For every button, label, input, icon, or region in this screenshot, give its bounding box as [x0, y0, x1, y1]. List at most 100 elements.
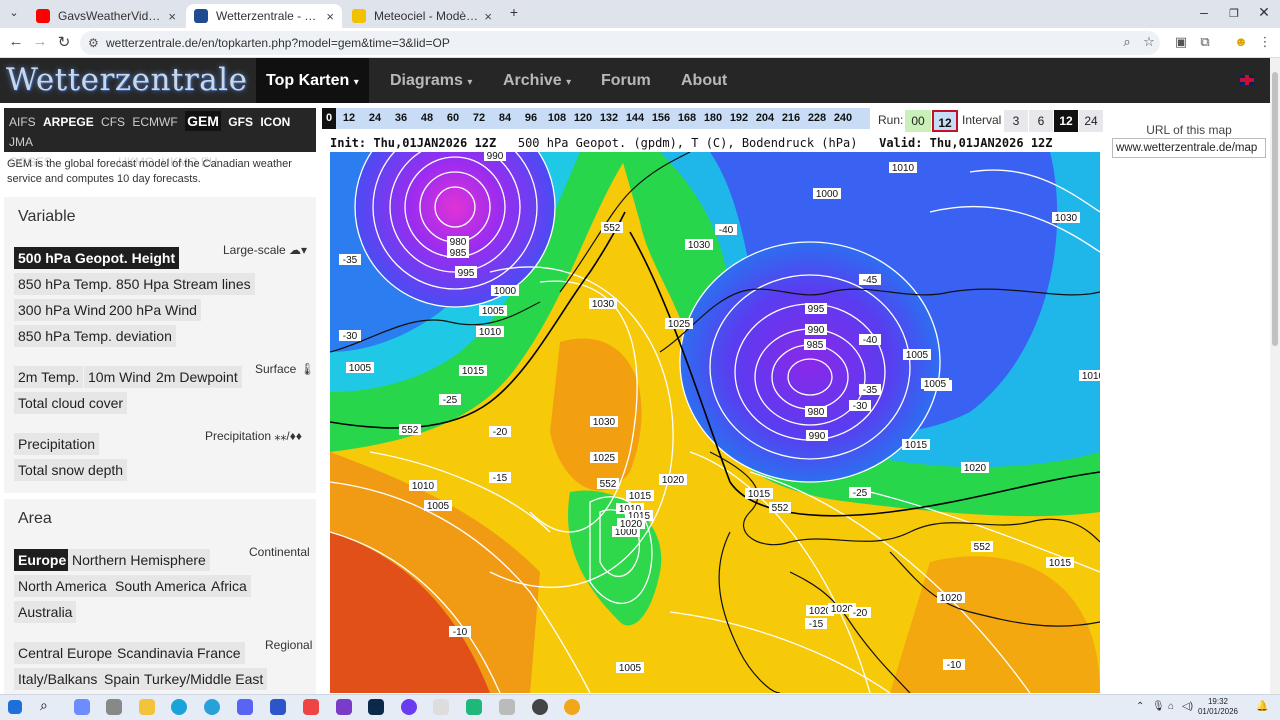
interval-6-button[interactable]: 6	[1029, 110, 1053, 132]
back-icon[interactable]: ←	[6, 33, 26, 50]
timestep-180[interactable]: 180	[700, 108, 726, 129]
tray-chevron-icon[interactable]: ⌃	[1136, 701, 1144, 712]
run-00-button[interactable]: 00	[905, 110, 931, 132]
timestep-132[interactable]: 132	[596, 108, 622, 129]
timestep-108[interactable]: 108	[544, 108, 570, 129]
area-central-europe[interactable]: Central Europe	[14, 642, 117, 664]
app-icon[interactable]	[336, 699, 352, 715]
notification-icon[interactable]: 🔔	[1256, 701, 1268, 712]
app-icon[interactable]	[401, 699, 417, 715]
nav-archive[interactable]: Archive ▾	[493, 58, 581, 103]
timestep-228[interactable]: 228	[804, 108, 830, 129]
forward-icon[interactable]: →	[30, 33, 50, 50]
site-info-icon[interactable]: ⚙	[88, 31, 99, 55]
timestep-48[interactable]: 48	[414, 108, 440, 129]
volume-icon[interactable]: ◁)	[1182, 701, 1193, 712]
model-icon[interactable]: ICON	[260, 112, 290, 132]
area-scandinavia[interactable]: Scandinavia	[113, 642, 198, 664]
extension-icon[interactable]: ▣	[1172, 34, 1190, 50]
site-logo[interactable]: Wetterzentrale	[6, 62, 252, 98]
area-turkey-middle-east[interactable]: Turkey/Middle East	[140, 668, 268, 690]
close-icon[interactable]: ×	[484, 9, 492, 24]
timestep-96[interactable]: 96	[518, 108, 544, 129]
nav-about[interactable]: About	[671, 58, 737, 103]
interval-24-button[interactable]: 24	[1079, 110, 1103, 132]
close-icon[interactable]: ×	[326, 9, 334, 24]
var-2m-temp[interactable]: 2m Temp.	[14, 366, 84, 388]
var-precipitation[interactable]: Precipitation	[14, 433, 100, 455]
app-icon[interactable]	[466, 699, 482, 715]
area-africa[interactable]: Africa	[207, 575, 251, 597]
interval-12-button[interactable]: 12	[1054, 110, 1078, 132]
close-window-icon[interactable]: ✕	[1246, 4, 1280, 21]
tab-youtube[interactable]: GavsWeatherVids - YouTube ×	[28, 4, 184, 28]
timestep-120[interactable]: 120	[570, 108, 596, 129]
interval-3-button[interactable]: 3	[1004, 110, 1028, 132]
discord-icon[interactable]	[237, 699, 253, 715]
profile-icon[interactable]: ☻	[1232, 34, 1250, 49]
tab-wetterzentrale[interactable]: Wetterzentrale - Top Karten - G ×	[186, 4, 342, 28]
timestep-156[interactable]: 156	[648, 108, 674, 129]
timestep-36[interactable]: 36	[388, 108, 414, 129]
model-gem[interactable]: GEM	[185, 111, 221, 131]
edge-icon[interactable]	[171, 699, 187, 715]
var-total-snow-depth[interactable]: Total snow depth	[14, 459, 128, 481]
app-icon[interactable]	[532, 699, 548, 715]
puzzle-icon[interactable]: ⧉	[1196, 34, 1214, 50]
scrollbar-thumb[interactable]	[1272, 72, 1278, 346]
nav-forum[interactable]: Forum	[591, 58, 661, 103]
app-icon[interactable]	[106, 699, 122, 715]
network-icon[interactable]: ⌂	[1168, 701, 1174, 712]
telegram-icon[interactable]	[204, 699, 220, 715]
new-tab-button[interactable]: +	[496, 4, 532, 20]
taskbar-clock[interactable]: 19:32 01/01/2026	[1196, 697, 1240, 717]
nav-top-karten[interactable]: Top Karten ▾	[256, 58, 369, 103]
photos-icon[interactable]	[303, 699, 319, 715]
windows-start-icon[interactable]	[8, 700, 22, 714]
address-bar[interactable]: ⚙ wetterzentrale.de/en/topkarten.php?mod…	[80, 31, 1160, 55]
uk-flag-icon[interactable]	[1240, 75, 1254, 85]
copilot-icon[interactable]	[74, 699, 90, 715]
timestep-0[interactable]: 0	[322, 108, 336, 129]
timestep-24[interactable]: 24	[362, 108, 388, 129]
area-spain[interactable]: Spain	[100, 668, 144, 690]
var-850hpa-temp-dev[interactable]: 850 hPa Temp. deviation	[14, 325, 176, 347]
timestep-60[interactable]: 60	[440, 108, 466, 129]
timestep-12[interactable]: 12	[336, 108, 362, 129]
menu-icon[interactable]: ⋮	[1256, 34, 1274, 50]
timestep-168[interactable]: 168	[674, 108, 700, 129]
var-10m-wind[interactable]: 10m Wind	[84, 366, 156, 388]
file-explorer-icon[interactable]	[139, 699, 155, 715]
run-12-button[interactable]: 12	[932, 110, 958, 132]
area-south-america[interactable]: South America	[111, 575, 211, 597]
timestep-192[interactable]: 192	[726, 108, 752, 129]
chrome-icon[interactable]	[564, 699, 580, 715]
timestep-240[interactable]: 240	[830, 108, 856, 129]
area-italy-balkans[interactable]: Italy/Balkans	[14, 668, 102, 690]
timestep-216[interactable]: 216	[778, 108, 804, 129]
timestep-204[interactable]: 204	[752, 108, 778, 129]
var-850hpa-stream[interactable]: 850 Hpa Stream lines	[112, 273, 255, 295]
area-north-america[interactable]: North America	[14, 575, 111, 597]
close-icon[interactable]: ×	[168, 9, 176, 24]
var-850hpa-temp[interactable]: 850 hPa Temp.	[14, 273, 116, 295]
timestep-144[interactable]: 144	[622, 108, 648, 129]
map-url-field[interactable]	[1112, 138, 1266, 158]
model-gfs[interactable]: GFS	[228, 112, 253, 132]
app-icon[interactable]	[499, 699, 515, 715]
malwarebytes-icon[interactable]	[270, 699, 286, 715]
area-australia[interactable]: Australia	[14, 601, 77, 623]
model-ecmwf[interactable]: ECMWF	[132, 112, 177, 132]
var-200hpa-wind[interactable]: 200 hPa Wind	[105, 299, 201, 321]
var-2m-dewpoint[interactable]: 2m Dewpoint	[152, 366, 242, 388]
model-aifs[interactable]: AIFS	[9, 112, 36, 132]
model-cfs[interactable]: CFS	[101, 112, 125, 132]
page-scrollbar[interactable]	[1270, 58, 1280, 694]
model-jma[interactable]: JMA	[9, 132, 33, 152]
weather-map[interactable]: 9909959859809951000100510101005101510301…	[330, 152, 1100, 693]
timestep-72[interactable]: 72	[466, 108, 492, 129]
timestep-84[interactable]: 84	[492, 108, 518, 129]
var-300hpa-wind[interactable]: 300 hPa Wind	[14, 299, 110, 321]
area-northern-hemisphere[interactable]: Northern Hemisphere	[68, 549, 210, 571]
photoshop-icon[interactable]	[368, 699, 384, 715]
